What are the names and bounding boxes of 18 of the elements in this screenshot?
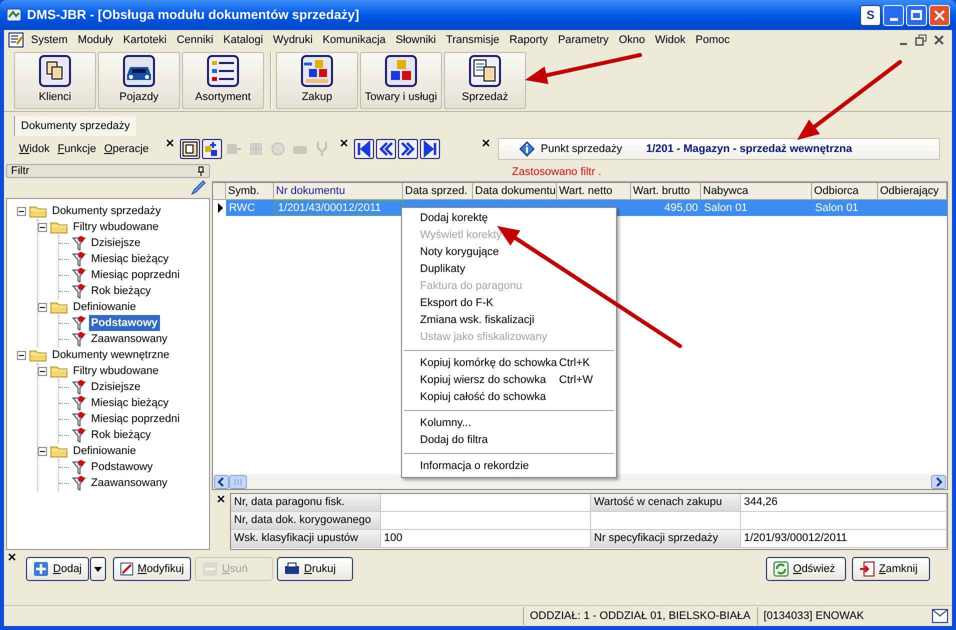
window-title: DMS-JBR - [Obsługa modułu dokumentów sprzedaży] <box>27 6 360 24</box>
field-label: Nr, data dok. korygowanego <box>231 512 381 529</box>
info-value: 1/201 - Magazyn - sprzedaż wewnętrzna <box>646 142 852 157</box>
info-label: Punkt sprzedaży <box>540 142 622 157</box>
field-label: Wartość w cenach zakupu <box>591 494 741 511</box>
filter-notice: Zastosowano filtr . <box>512 165 602 180</box>
table-cell-text: 495,00 <box>663 200 699 216</box>
field-value: 344,26 <box>741 494 947 511</box>
table-cell-text: RWC <box>228 200 256 216</box>
table-cell-text: Salon 01 <box>703 200 748 216</box>
field-label: Nr specyfikacji sprzedaży <box>591 530 741 547</box>
panel-title: Filtr <box>11 164 30 179</box>
status-panel: ODDZIAŁ: 1 - ODDZIAŁ 01, BIELSKO-BIAŁA <box>522 607 757 625</box>
field-label: Nr, data paragonu fisk. <box>231 494 381 511</box>
status-panel: [0134033] ENOWAK <box>756 607 870 625</box>
table-cell: 1/201/43/00012/2011 <box>274 200 403 216</box>
table-cell-text: Salon 01 <box>814 200 860 216</box>
field-label: Wsk. klasyfikacji upustów <box>231 530 381 547</box>
